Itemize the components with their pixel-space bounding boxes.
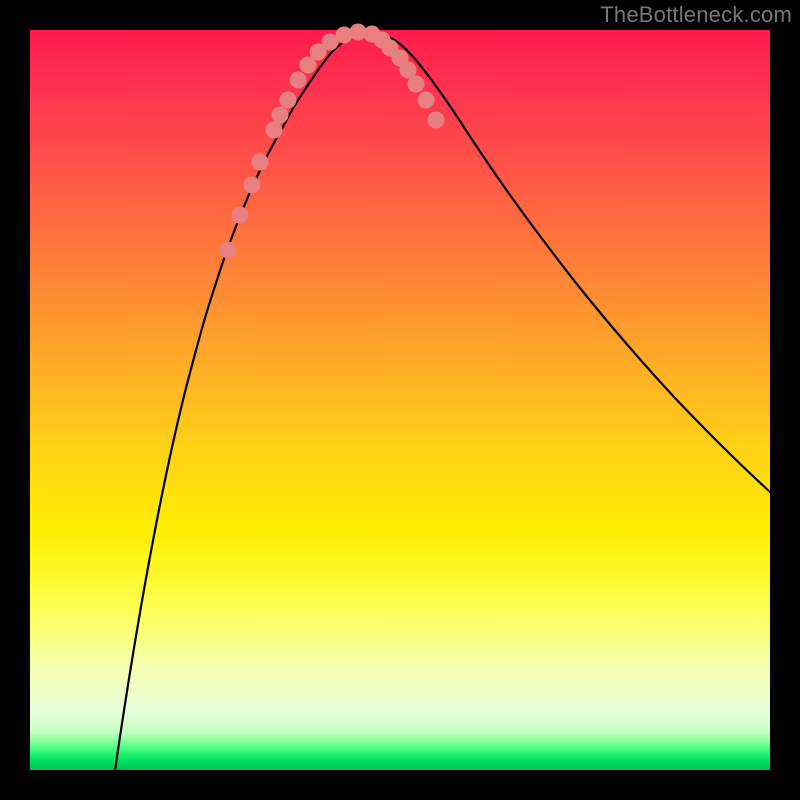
watermark-label: TheBottleneck.com bbox=[600, 2, 792, 28]
marker-dot bbox=[220, 242, 237, 259]
marker-dot bbox=[336, 27, 353, 44]
marker-dot bbox=[408, 76, 425, 93]
marker-dot bbox=[428, 112, 445, 129]
marker-dot bbox=[266, 122, 283, 139]
marker-dot bbox=[280, 92, 297, 109]
marker-dot bbox=[244, 177, 261, 194]
curve-svg bbox=[30, 30, 770, 770]
marker-dot bbox=[272, 107, 289, 124]
marker-dot bbox=[252, 154, 269, 171]
marker-dot bbox=[418, 92, 435, 109]
marker-dot bbox=[290, 72, 307, 89]
marker-dot bbox=[232, 207, 249, 224]
plot-area bbox=[30, 30, 770, 770]
highlight-markers bbox=[220, 24, 445, 259]
bottleneck-curve bbox=[115, 32, 770, 770]
chart-stage: TheBottleneck.com bbox=[0, 0, 800, 800]
